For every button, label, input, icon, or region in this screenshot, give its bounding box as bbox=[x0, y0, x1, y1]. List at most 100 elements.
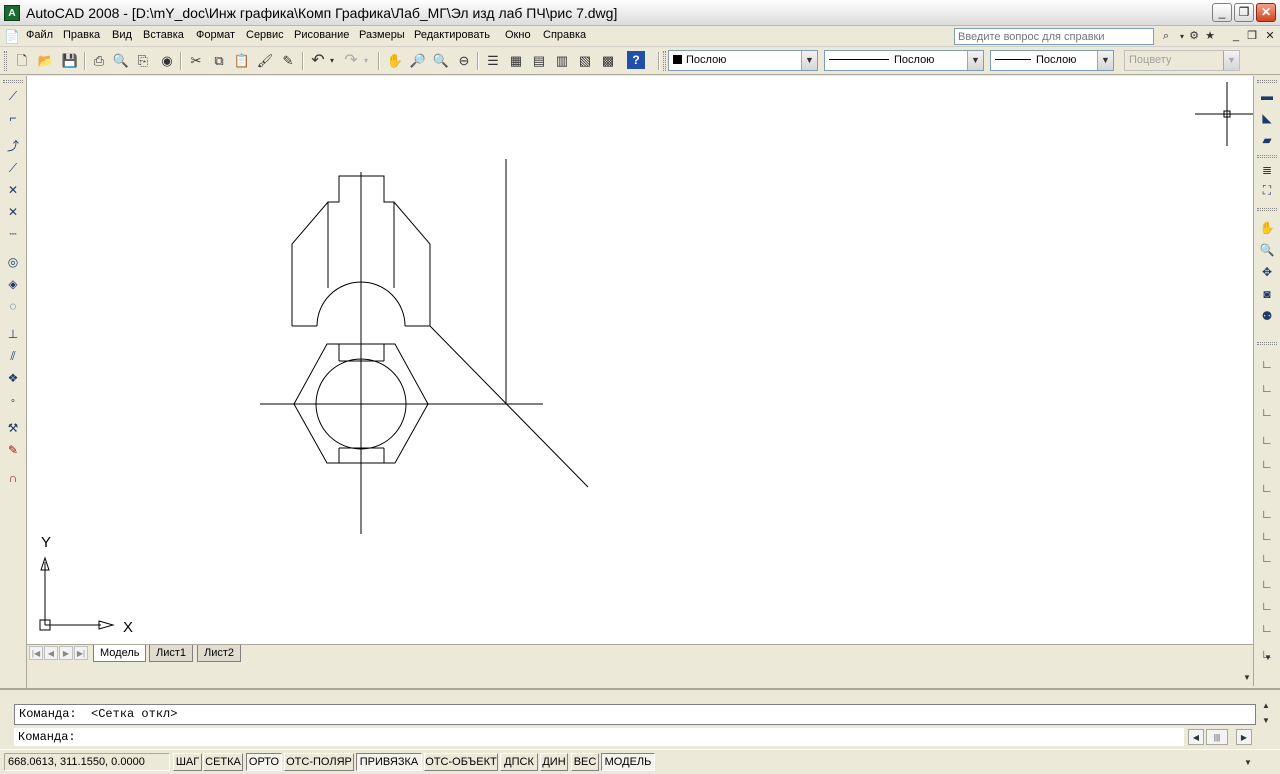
lineweight-toggle[interactable]: ВЕС bbox=[571, 753, 599, 771]
camera-icon[interactable]: ◙ bbox=[1257, 284, 1277, 304]
doc-close-button[interactable]: ✕ bbox=[1262, 28, 1278, 44]
doc-minimize-button[interactable]: _ bbox=[1228, 28, 1244, 44]
toolbar-grip[interactable] bbox=[1257, 80, 1277, 83]
redo-icon[interactable]: ↷ bbox=[341, 51, 361, 71]
3d-dwf-icon[interactable]: ◉ bbox=[157, 51, 177, 71]
chevron-down-icon[interactable]: ▼ bbox=[801, 51, 817, 70]
line-icon[interactable]: ⟋ bbox=[3, 86, 23, 106]
open-folder-icon[interactable]: 📂 bbox=[36, 51, 56, 71]
polyline-icon[interactable]: ⤴ bbox=[3, 136, 23, 156]
object-snap-toggle[interactable]: ПРИВЯЗКА bbox=[356, 753, 422, 771]
pan-realtime-icon[interactable]: ✋ bbox=[385, 51, 405, 71]
hatch-icon[interactable]: ⫽ bbox=[3, 346, 23, 366]
tab-next-icon[interactable]: ▶ bbox=[59, 646, 73, 660]
properties-icon[interactable]: ☰ bbox=[483, 51, 503, 71]
toolbar-grip[interactable] bbox=[3, 80, 23, 83]
quickcalc-icon[interactable]: ▩ bbox=[598, 51, 618, 71]
tab-first-icon[interactable]: |◀ bbox=[29, 646, 43, 660]
tab-prev-icon[interactable]: ◀ bbox=[44, 646, 58, 660]
toolbar-grip[interactable] bbox=[1257, 155, 1277, 158]
polygon-icon[interactable]: ⟋ bbox=[3, 158, 23, 178]
dimension-linear-icon[interactable]: ▬ bbox=[1257, 86, 1277, 106]
dynamic-ucs-toggle[interactable]: ДПСК bbox=[500, 753, 538, 771]
search-icon[interactable]: ⌕ bbox=[1158, 28, 1174, 45]
zoom-realtime-icon[interactable]: 🔎 bbox=[408, 51, 428, 71]
menu-window[interactable]: Окно bbox=[505, 29, 531, 41]
toolbar-grip[interactable] bbox=[4, 51, 7, 71]
copy-icon[interactable]: ⧉ bbox=[209, 51, 229, 71]
scroll-down-icon[interactable]: ▼ bbox=[1258, 715, 1274, 726]
close-button[interactable]: ✕ bbox=[1256, 3, 1276, 22]
snap-toggle[interactable]: ШАГ bbox=[173, 753, 202, 771]
gradient-icon[interactable]: ⚒ bbox=[3, 418, 23, 438]
toolbar-grip[interactable] bbox=[1257, 208, 1277, 211]
undo-icon[interactable]: ↶ bbox=[308, 51, 328, 71]
lineweight-control-select[interactable]: Послою ▼ bbox=[990, 50, 1114, 71]
ucs-apply-icon[interactable]: ∟ bbox=[1257, 618, 1277, 638]
tool-palettes-icon[interactable]: ▤ bbox=[529, 51, 549, 71]
toolbar-grip[interactable] bbox=[663, 51, 666, 71]
menu-insert[interactable]: Вставка bbox=[143, 29, 184, 41]
color-control-select[interactable]: Послою ▼ bbox=[668, 50, 818, 71]
minimize-button[interactable]: _ bbox=[1212, 3, 1232, 22]
save-icon[interactable]: 💾 bbox=[60, 51, 80, 71]
insert-block-icon[interactable]: ❖ bbox=[3, 368, 23, 388]
ucs-z-rotate-icon[interactable]: ∟ bbox=[1257, 596, 1277, 616]
new-file-icon[interactable]: 🗋 bbox=[12, 51, 32, 71]
scroll-left-icon[interactable]: ◀ bbox=[1188, 729, 1204, 745]
ucs-face-icon[interactable]: ∟ bbox=[1257, 402, 1277, 422]
toolbar-grip[interactable] bbox=[1257, 342, 1277, 345]
redo-dropdown-icon[interactable]: ▾ bbox=[361, 51, 371, 71]
menu-edit[interactable]: Правка bbox=[63, 29, 100, 41]
scroll-thumb[interactable]: ||| bbox=[1206, 729, 1228, 745]
canvas-horizontal-scrollbar[interactable]: ▼ bbox=[27, 662, 1253, 686]
chevron-down-icon[interactable]: ▼ bbox=[1097, 51, 1113, 70]
revision-cloud-icon[interactable]: ◈ bbox=[3, 274, 23, 294]
object-tracking-toggle[interactable]: ОТС-ОБЪЕКТ bbox=[424, 753, 498, 771]
pan-icon[interactable]: ✋ bbox=[1257, 218, 1277, 238]
ucs-world-icon[interactable]: ∟ bbox=[1257, 354, 1277, 374]
ortho-toggle[interactable]: ОРТО bbox=[246, 753, 282, 771]
ucs-3point-icon[interactable]: ∟ bbox=[1257, 526, 1277, 546]
ucs-z-axis-icon[interactable]: ∟ bbox=[1257, 504, 1277, 524]
chevron-down-icon[interactable]: ▼ bbox=[967, 51, 983, 70]
command-horizontal-scrollbar[interactable]: ◀ ||| ▶ bbox=[1188, 728, 1254, 746]
tab-sheet1[interactable]: Лист1 bbox=[149, 645, 194, 662]
ucs-y-rotate-icon[interactable]: ∟ bbox=[1257, 574, 1277, 594]
circle-icon[interactable]: ◎ bbox=[3, 252, 23, 272]
coordinate-readout[interactable]: 668.0613, 311.1550, 0.0000 bbox=[4, 753, 170, 771]
arc-icon[interactable]: ✕ bbox=[3, 202, 23, 222]
menu-modify[interactable]: Редактировать bbox=[414, 29, 490, 41]
tolerance-icon[interactable]: ≣ bbox=[1257, 160, 1277, 180]
menu-file[interactable]: Файл bbox=[26, 29, 53, 41]
command-input[interactable]: Команда: bbox=[14, 728, 1184, 746]
menu-draw[interactable]: Рисование bbox=[294, 29, 349, 41]
dimension-style-icon[interactable]: ⛶ bbox=[1257, 180, 1277, 200]
print-icon[interactable]: ⎙ bbox=[89, 51, 109, 71]
print-preview-icon[interactable]: 🔍 bbox=[111, 51, 131, 71]
match-properties-icon[interactable]: 🖌 bbox=[255, 51, 275, 71]
ucs-view-icon[interactable]: ∟ bbox=[1257, 454, 1277, 474]
cut-icon[interactable]: ✂ bbox=[186, 51, 206, 71]
spline-icon[interactable]: ◌ bbox=[3, 296, 23, 316]
help-icon[interactable]: ? bbox=[627, 51, 645, 69]
menu-help[interactable]: Справка bbox=[543, 29, 586, 41]
sheet-set-manager-icon[interactable]: ▥ bbox=[552, 51, 572, 71]
ellipse-icon[interactable]: ⊥ bbox=[3, 324, 23, 344]
zoom-icon[interactable]: 🔍 bbox=[1257, 240, 1277, 260]
plotstyle-control-select[interactable]: Поцвету ▼ bbox=[1124, 50, 1240, 71]
scroll-down-icon[interactable]: ▼ bbox=[1260, 650, 1276, 666]
dimension-arc-icon[interactable]: ▰ bbox=[1257, 130, 1277, 150]
walk-icon[interactable]: ⚉ bbox=[1257, 306, 1277, 326]
dashed-line-icon[interactable]: ┄ bbox=[3, 224, 23, 244]
snap-magnet-icon[interactable]: ∩ bbox=[3, 468, 23, 488]
communication-center-icon[interactable]: ⚙ bbox=[1186, 28, 1202, 45]
model-space-toggle[interactable]: МОДЕЛЬ bbox=[601, 753, 655, 771]
polar-tracking-toggle[interactable]: ОТС-ПОЛЯР bbox=[284, 753, 354, 771]
markup-set-manager-icon[interactable]: ▧ bbox=[575, 51, 595, 71]
region-icon[interactable]: ✎ bbox=[3, 440, 23, 460]
paste-icon[interactable]: 📋 bbox=[232, 51, 252, 71]
help-search-input[interactable] bbox=[954, 28, 1154, 45]
command-vertical-scrollbar[interactable]: ▲ ▼ bbox=[1258, 701, 1274, 726]
ucs-origin-icon[interactable]: ∟ bbox=[1257, 478, 1277, 498]
